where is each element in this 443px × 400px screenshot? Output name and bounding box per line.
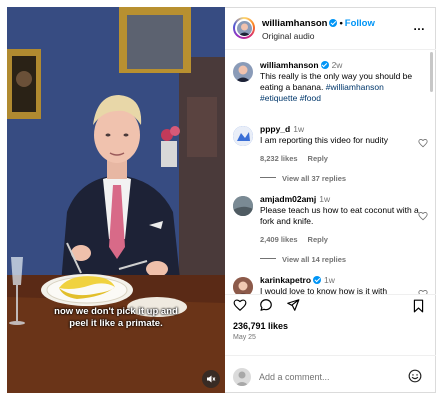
comments-scrollbar[interactable] — [430, 52, 433, 92]
reply-button[interactable]: Reply — [308, 154, 328, 163]
like-heart-icon[interactable] — [233, 298, 247, 312]
video-frame — [7, 7, 225, 393]
speaker-muted-icon — [207, 375, 216, 383]
actions-divider — [225, 294, 436, 296]
reply-button[interactable]: Reply — [308, 235, 328, 244]
likes-count[interactable]: 236,791 likes — [233, 321, 288, 331]
comment-bubble-icon[interactable] — [259, 298, 273, 312]
video-player[interactable]: now we don't pick it up and peel it like… — [7, 7, 225, 393]
comment-username[interactable]: pppy_d — [260, 124, 290, 134]
view-replies-label: View all 14 replies — [282, 255, 347, 264]
comments-list: williamhanson 2w This really is the only … — [225, 50, 430, 294]
post-details-panel: williamhanson • Follow Original audio … wi… — [225, 7, 436, 393]
audio-link[interactable]: Original audio — [262, 31, 314, 41]
comment-time: 1w — [324, 275, 335, 285]
action-icons-row — [233, 298, 300, 317]
bookmark-icon[interactable] — [412, 299, 425, 313]
comment-avatar[interactable] — [233, 277, 253, 294]
more-options-icon[interactable]: … — [413, 19, 426, 33]
author-avatar-image — [236, 20, 252, 36]
follow-button[interactable]: Follow — [345, 18, 375, 29]
comment-text: Please teach us how to eat coconut with … — [260, 205, 419, 226]
caption-time: 2w — [331, 60, 343, 70]
verified-badge-icon — [320, 61, 329, 69]
view-replies-button[interactable]: View all 14 replies — [260, 255, 346, 264]
verified-badge-icon — [329, 19, 338, 27]
emoji-icon[interactable] — [408, 369, 422, 383]
video-caption-line2: peel it like a primate. — [69, 318, 163, 329]
heart-icon[interactable] — [418, 138, 428, 148]
mute-button[interactable] — [202, 370, 220, 388]
current-user-avatar — [233, 368, 251, 386]
comment-text: I am reporting this video for nudity — [260, 135, 389, 145]
add-comment-bar: Add a comment... — [225, 355, 436, 394]
header-username-row: williamhanson • Follow — [262, 18, 375, 29]
caption-avatar[interactable] — [233, 62, 253, 82]
post-date: May 25 — [233, 334, 256, 341]
verified-badge-icon — [313, 276, 322, 284]
caption-username[interactable]: williamhanson — [260, 60, 319, 70]
comment-time: 1w — [293, 124, 305, 134]
comment-username[interactable]: karinkapetro — [260, 275, 311, 285]
comment-avatar[interactable] — [233, 126, 253, 146]
header-username[interactable]: williamhanson — [262, 18, 327, 29]
view-replies-label: View all 37 replies — [282, 174, 347, 183]
comment-username[interactable]: amjadm02amj — [260, 194, 316, 204]
comment-time: 1w — [319, 194, 331, 204]
share-plane-icon[interactable] — [286, 298, 300, 312]
comment-text: I would love to know how is it with — [260, 286, 388, 294]
add-comment-input[interactable]: Add a comment... — [259, 372, 330, 382]
view-replies-button[interactable]: View all 37 replies — [260, 174, 346, 183]
author-avatar[interactable] — [233, 17, 255, 39]
comment-likes[interactable]: 8,232 likes — [260, 154, 298, 163]
comment-likes[interactable]: 2,409 likes — [260, 235, 298, 244]
comment-avatar[interactable] — [233, 196, 253, 216]
post-viewer: now we don't pick it up and peel it like… — [0, 0, 443, 400]
post-header: williamhanson • Follow Original audio … — [225, 8, 436, 50]
video-caption-line1: now we don't pick it up and — [54, 306, 178, 317]
heart-icon[interactable] — [418, 211, 428, 221]
